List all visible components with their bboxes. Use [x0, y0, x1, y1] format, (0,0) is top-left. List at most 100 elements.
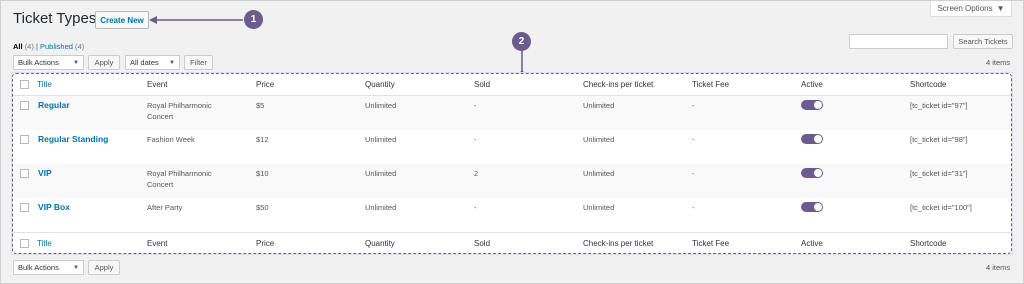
quantity-value: Unlimited [365, 203, 397, 212]
column-footer-sold: Sold [474, 239, 491, 248]
price-value: $50 [256, 203, 269, 212]
view-published-count: (4) [75, 42, 85, 51]
view-filters: All (4) | Published (4) [13, 42, 84, 51]
column-footer-active: Active [801, 239, 823, 248]
checkins-value: Unlimited [583, 135, 615, 144]
callout-badge-1: 1 [244, 10, 263, 29]
event-name: Royal Philharmonic Concert [147, 168, 212, 190]
items-count-bottom: 4 items [986, 263, 1011, 272]
select-all-checkbox[interactable] [20, 80, 29, 89]
callout-badge-2: 2 [512, 32, 531, 51]
view-all-count: (4) [24, 42, 34, 51]
items-count-top: 4 items [986, 58, 1011, 67]
event-name-line1: After Party [147, 203, 183, 212]
ticket-title-link[interactable]: Regular [38, 100, 70, 111]
active-toggle[interactable] [801, 168, 823, 178]
event-name-line1: Royal Philharmonic [147, 169, 212, 178]
column-header-active: Active [801, 80, 823, 89]
event-name: After Party [147, 202, 182, 213]
active-toggle[interactable] [801, 100, 823, 110]
shortcode-value: [tc_ticket id="100"] [910, 203, 972, 212]
event-name: Royal Philharmonic Concert [147, 100, 212, 122]
chevron-down-icon: ▼ [73, 59, 79, 66]
shortcode-value: [tc_ticket id="97"] [910, 101, 968, 110]
event-name-line1: Fashion Week [147, 135, 195, 144]
bulk-actions-value: Bulk Actions [18, 58, 59, 67]
row-checkbox[interactable] [20, 135, 29, 144]
column-footer-quantity: Quantity [365, 239, 395, 248]
price-value: $12 [256, 135, 269, 144]
table-footer-row: Title Event Price Quantity Sold Check-in… [12, 233, 1012, 254]
create-new-button[interactable]: Create New [95, 11, 149, 29]
row-checkbox[interactable] [20, 169, 29, 178]
filter-button[interactable]: Filter [184, 55, 213, 70]
column-footer-ticket-fee: Ticket Fee [692, 239, 730, 248]
table-row: Regular Standing Fashion Week $12 Unlimi… [12, 130, 1012, 164]
column-header-price: Price [256, 80, 275, 89]
ticket-title-link[interactable]: VIP Box [38, 202, 70, 213]
view-all-link[interactable]: All [13, 42, 23, 51]
apply-button-top[interactable]: Apply [88, 55, 120, 70]
view-separator: | [35, 42, 38, 51]
sold-value: - [474, 203, 477, 212]
view-published-link[interactable]: Published [40, 42, 73, 51]
active-toggle[interactable] [801, 202, 823, 212]
event-name-line1: Royal Philharmonic [147, 101, 212, 110]
ticket-title-link[interactable]: VIP [38, 168, 52, 179]
row-checkbox[interactable] [20, 101, 29, 110]
ticket-title-link[interactable]: Regular Standing [38, 134, 108, 145]
apply-button-bottom[interactable]: Apply [88, 260, 120, 275]
bulk-actions-select-bottom[interactable]: Bulk Actions ▼ [13, 260, 84, 275]
row-checkbox[interactable] [20, 203, 29, 212]
chevron-down-icon: ▼ [73, 264, 79, 271]
dates-select[interactable]: All dates ▼ [125, 55, 180, 70]
event-name: Fashion Week [147, 134, 195, 145]
caret-down-icon: ▼ [996, 4, 1005, 13]
active-toggle[interactable] [801, 134, 823, 144]
column-footer-price: Price [256, 239, 275, 248]
table-row: VIP Box After Party $50 Unlimited - Unli… [12, 198, 1012, 232]
page-title: Ticket Types [13, 10, 97, 27]
fee-value: - [692, 101, 695, 110]
column-header-shortcode: Shortcode [910, 80, 947, 89]
dates-value: All dates [130, 58, 159, 67]
column-header-title[interactable]: Title [37, 79, 52, 90]
shortcode-value: [tc_ticket id="98"] [910, 135, 968, 144]
column-header-ticket-fee: Ticket Fee [692, 80, 730, 89]
sold-value: - [474, 135, 477, 144]
column-footer-checkins: Check-ins per ticket [583, 239, 654, 248]
event-name-line2: Concert [147, 180, 174, 189]
bulk-actions-select-top[interactable]: Bulk Actions ▼ [13, 55, 84, 70]
checkins-value: Unlimited [583, 101, 615, 110]
screen-options-label: Screen Options [937, 4, 993, 13]
column-header-sold: Sold [474, 80, 491, 89]
checkins-value: Unlimited [583, 169, 615, 178]
bulk-actions-value: Bulk Actions [18, 263, 59, 272]
quantity-value: Unlimited [365, 135, 397, 144]
column-footer-shortcode: Shortcode [910, 239, 947, 248]
search-input[interactable] [849, 34, 948, 49]
table-row: Regular Royal Philharmonic Concert $5 Un… [12, 96, 1012, 130]
callout-arrow-1 [149, 16, 243, 24]
quantity-value: Unlimited [365, 169, 397, 178]
event-name-line2: Concert [147, 112, 174, 121]
column-header-checkins: Check-ins per ticket [583, 80, 654, 89]
select-all-checkbox-footer[interactable] [20, 239, 29, 248]
chevron-down-icon: ▼ [169, 59, 175, 66]
fee-value: - [692, 169, 695, 178]
search-tickets-button[interactable]: Search Tickets [953, 34, 1013, 49]
table-row: VIP Royal Philharmonic Concert $10 Unlim… [12, 164, 1012, 198]
fee-value: - [692, 203, 695, 212]
column-footer-title[interactable]: Title [37, 238, 52, 249]
table-header-row: Title Event Price Quantity Sold Check-in… [12, 73, 1012, 95]
screen-options-button[interactable]: Screen Options ▼ [930, 1, 1012, 17]
sold-value: 2 [474, 169, 479, 178]
checkins-value: Unlimited [583, 203, 615, 212]
column-footer-event: Event [147, 239, 168, 248]
price-value: $5 [256, 101, 265, 110]
fee-value: - [692, 135, 695, 144]
column-header-quantity: Quantity [365, 80, 395, 89]
quantity-value: Unlimited [365, 101, 397, 110]
ticket-types-table: Title Event Price Quantity Sold Check-in… [11, 72, 1013, 255]
column-header-event: Event [147, 80, 168, 89]
